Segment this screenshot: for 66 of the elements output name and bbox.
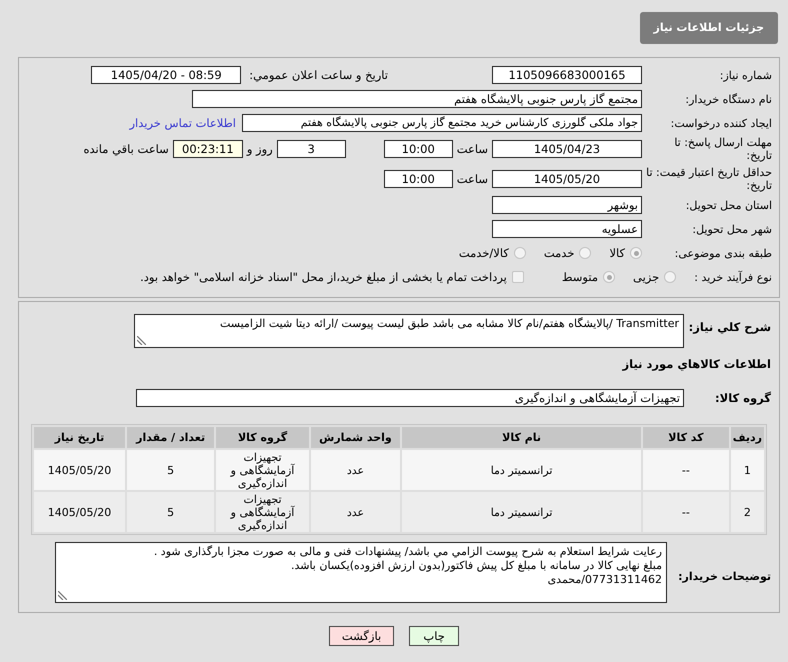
table-cell: -- [643, 450, 729, 490]
field-label: تاریخ و ساعت اعلان عمومي: [249, 68, 388, 82]
table-cell: تجهیزات آزمایشگاهی و اندازه‌گیری [216, 450, 309, 490]
field-label: شهر محل تحویل: [691, 222, 772, 236]
print-button[interactable]: چاپ [409, 626, 460, 646]
field-label: حداقل تاریخ اعتبار قیمت: تا تاریخ: [645, 166, 772, 192]
text-area[interactable]: Transmitter /پالایشگاه هفتم/نام کالا مشابه می باشد طبق لیست پیوست /ارائه دیتا شیت الزامیست [134, 314, 684, 348]
unit-label: روز و [246, 142, 273, 156]
column-header: تاریخ نیاز [34, 427, 125, 448]
table-cell: عدد [310, 450, 400, 490]
input-field[interactable]: تجهیزات آزمایشگاهی و اندازه‌گیری [136, 389, 684, 407]
page-title: جزئیات اطلاعات نیاز [640, 12, 778, 44]
table-cell: 1 [730, 450, 764, 490]
table-cell: 2 [730, 492, 764, 532]
input-field[interactable]: 1405/05/20 [492, 170, 642, 188]
option-label: خدمت [544, 246, 574, 260]
field-label: طبقه بندی موضوعی: [674, 246, 772, 260]
table-cell: ترانسمیتر دما [402, 450, 642, 490]
option-label: متوسط [562, 270, 598, 284]
field-label: نام دستگاه خریدار: [684, 92, 772, 106]
table-cell: 5 [127, 492, 214, 532]
field-label: توضیحات خریدار: [677, 569, 771, 583]
column-header: ردیف [730, 427, 764, 448]
table-cell: 1405/05/20 [34, 450, 125, 490]
column-header: گروه کالا [216, 427, 309, 448]
option-label: جزیی [633, 270, 660, 284]
text-area[interactable]: رعایت شرایط استعلام به شرح پیوست الزامي مي باشد/ پیشنهادات فنی و مالی به صورت مجزا بارگذاری شود . مبلغ نهایی کالا در سامانه با مبلغ کل پیش فاکتور(بدون ارزش افزوده)یکسان باشد. 07731311462/محمدی [55, 542, 667, 603]
table-cell: ترانسمیتر دما [402, 492, 642, 532]
input-field[interactable]: جواد ملکی گلورزی کارشناس خرید مجتمع گاز پارس جنوبی پالایشگاه هفتم [242, 114, 642, 132]
field-label: ایجاد کننده درخواست: [670, 116, 772, 130]
field-label: شرح کلي نیاز: [688, 319, 771, 334]
column-header: کد کالا [643, 427, 729, 448]
input-field[interactable]: بوشهر [492, 196, 642, 214]
input-field[interactable]: 1405/04/23 [492, 140, 642, 158]
resize-grip-icon[interactable] [137, 336, 146, 345]
countdown-field[interactable]: 00:23:11 [172, 140, 243, 158]
field-label: شماره نیاز: [718, 68, 772, 82]
option-label: کالا/خدمت [458, 246, 509, 260]
field-label: استان محل تحویل: [684, 198, 772, 212]
column-header: واحد شمارش [310, 427, 400, 448]
input-field[interactable]: 3 [276, 140, 346, 158]
back-button[interactable]: بازگشت [328, 626, 394, 646]
input-field[interactable]: مجتمع گاز پارس جنوبی پالایشگاه هفتم [192, 90, 642, 108]
option-label: پرداخت تمام یا بخشی از مبلغ خرید،از محل "اسناد خزانه اسلامی" خواهد بود. [140, 270, 507, 284]
unit-label: ساعت باقي مانده [84, 142, 169, 156]
field-label: نوع فرآیند خرید : [694, 270, 772, 284]
resize-grip-icon[interactable] [58, 591, 67, 600]
table-cell: 5 [127, 450, 214, 490]
field-label: مهلت ارسال پاسخ: تا تاریخ: [673, 136, 772, 162]
field-label: گروه کالا: [714, 391, 771, 405]
contact-link[interactable]: اطلاعات تماس خریدار [129, 116, 236, 130]
table-cell: عدد [310, 492, 400, 532]
input-field[interactable]: 10:00 [384, 140, 453, 158]
table-cell: تجهیزات آزمایشگاهی و اندازه‌گیری [216, 492, 309, 532]
unit-label: ساعت [456, 142, 488, 156]
section-title: اطلاعات کالاهاي مورد نیاز [621, 356, 771, 372]
input-field[interactable]: 10:00 [384, 170, 453, 188]
table-cell: -- [643, 492, 729, 532]
input-field[interactable]: 1105096683000165 [492, 66, 642, 84]
input-field[interactable]: 1405/04/20 - 08:59 [91, 66, 242, 84]
input-field[interactable]: عسلویه [492, 220, 642, 238]
unit-label: ساعت [456, 172, 488, 186]
table-cell: 1405/05/20 [34, 492, 125, 532]
column-header: تعداد / مقدار [127, 427, 214, 448]
column-header: نام کالا [402, 427, 642, 448]
option-label: کالا [609, 246, 625, 260]
